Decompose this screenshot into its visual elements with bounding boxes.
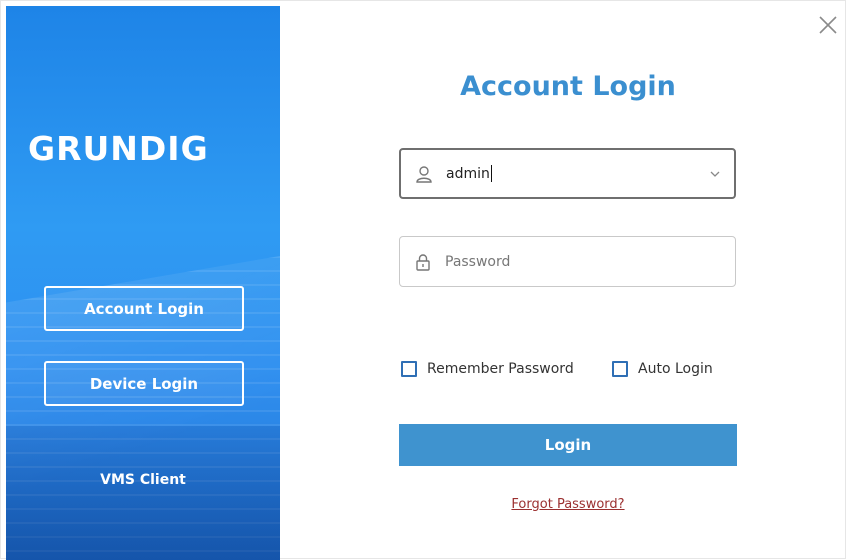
password-field[interactable]: Password [399,236,736,287]
account-login-tab[interactable]: Account Login [44,286,244,331]
username-field[interactable]: admin [399,148,736,199]
device-login-tab[interactable]: Device Login [44,361,244,406]
client-label: VMS Client [100,472,186,488]
text-cursor [490,165,492,182]
auto-login-checkbox[interactable] [612,361,628,377]
remember-password-option[interactable]: Remember Password [401,359,574,379]
auto-login-option[interactable]: Auto Login [612,359,713,379]
grundig-logo: GRUNDIG [28,129,209,168]
close-icon[interactable] [816,13,840,37]
username-value: admin [446,165,490,182]
lock-icon [416,253,430,271]
remember-password-checkbox[interactable] [401,361,417,377]
password-placeholder: Password [445,253,511,270]
login-window: GRUNDIG Account Login Device Login VMS C… [0,0,846,560]
account-login-tab-label: Account Login [84,299,204,318]
device-login-tab-label: Device Login [89,374,199,393]
left-panel: GRUNDIG Account Login Device Login VMS C… [6,6,280,560]
login-button[interactable]: Login [399,424,737,466]
login-button-label: Login [544,436,592,454]
auto-login-label: Auto Login [638,361,713,377]
user-icon [416,165,432,183]
page-title: Account Login [460,71,676,102]
building-shadow [6,426,280,560]
remember-password-label: Remember Password [427,361,574,377]
chevron-down-icon[interactable] [708,167,722,181]
forgot-password-link[interactable]: Forgot Password? [399,497,737,512]
